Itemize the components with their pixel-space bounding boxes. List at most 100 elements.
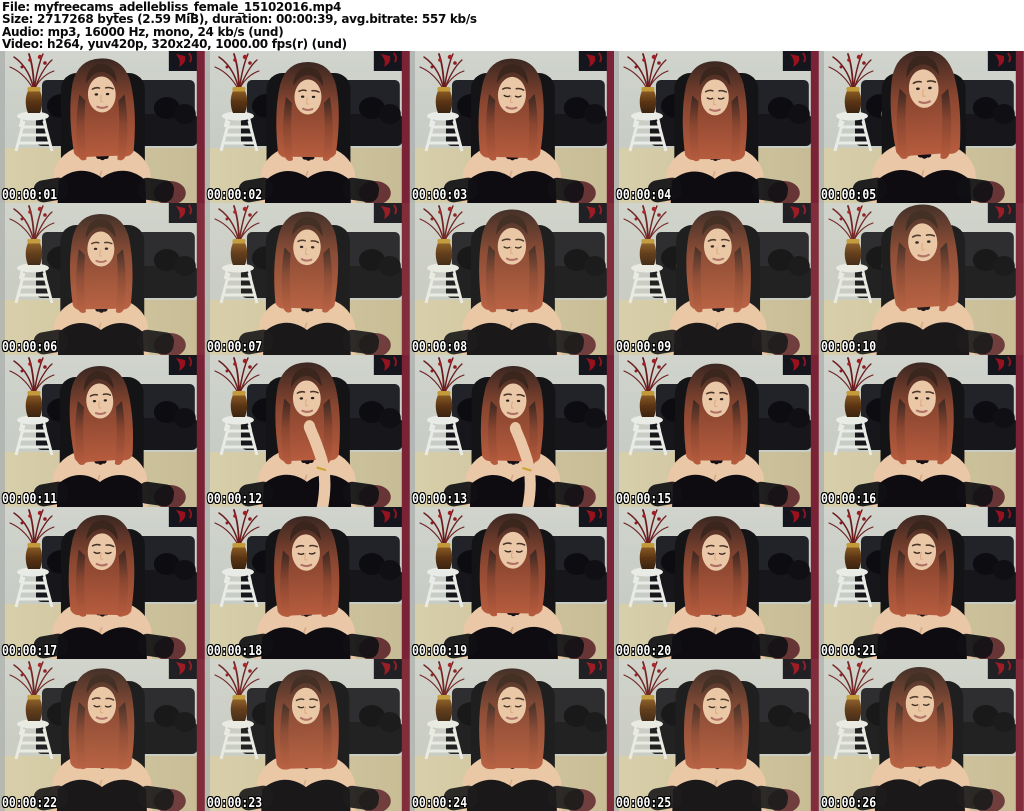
video-frame-thumbnail: 00:00:11 bbox=[0, 355, 205, 507]
right-wall-strip bbox=[1015, 507, 1024, 659]
video-frame-thumbnail: 00:00:23 bbox=[204, 659, 410, 811]
webcam-scene-art bbox=[0, 51, 205, 203]
timestamp-overlay: 00:00:21 bbox=[821, 644, 877, 659]
webcam-scene-art bbox=[819, 203, 1024, 355]
webcam-scene-art bbox=[409, 51, 615, 203]
webcam-scene-art bbox=[614, 659, 820, 811]
right-wall-strip bbox=[1015, 355, 1024, 507]
timestamp-overlay: 00:00:07 bbox=[206, 340, 262, 355]
file-metadata-header: File: myfreecams_adellebliss_female_1510… bbox=[0, 0, 1024, 51]
timestamp-overlay: 00:00:25 bbox=[616, 796, 672, 811]
webcam-scene-art bbox=[409, 355, 615, 507]
timestamp-overlay: 00:00:01 bbox=[2, 188, 58, 203]
picture-frame bbox=[168, 507, 198, 527]
right-wall-strip bbox=[401, 355, 410, 507]
webcam-scene-art bbox=[614, 203, 820, 355]
right-wall-strip bbox=[196, 507, 205, 659]
video-frame-thumbnail: 00:00:08 bbox=[409, 203, 615, 355]
timestamp-overlay: 00:00:19 bbox=[411, 644, 467, 659]
video-frame-thumbnail: 00:00:13 bbox=[409, 355, 615, 507]
video-frame-thumbnail: 00:00:17 bbox=[0, 507, 205, 659]
picture-frame bbox=[578, 507, 608, 527]
webcam-scene-art bbox=[409, 203, 615, 355]
timestamp-overlay: 00:00:08 bbox=[411, 340, 467, 355]
webcam-scene-art bbox=[204, 507, 410, 659]
right-wall-strip bbox=[606, 355, 615, 507]
webcam-scene-art bbox=[409, 507, 615, 659]
right-wall-strip bbox=[606, 507, 615, 659]
webcam-scene-art bbox=[204, 51, 410, 203]
timestamp-overlay: 00:00:03 bbox=[411, 188, 467, 203]
picture-frame bbox=[988, 51, 1017, 71]
webcam-scene-art bbox=[204, 659, 410, 811]
webcam-scene-art bbox=[409, 659, 615, 811]
timestamp-overlay: 00:00:05 bbox=[821, 188, 877, 203]
timestamp-overlay: 00:00:20 bbox=[616, 644, 672, 659]
video-frame-thumbnail: 00:00:03 bbox=[409, 51, 615, 203]
timestamp-overlay: 00:00:12 bbox=[206, 492, 262, 507]
video-frame-thumbnail: 00:00:06 bbox=[0, 203, 205, 355]
video-frame-thumbnail: 00:00:26 bbox=[819, 659, 1024, 811]
timestamp-overlay: 00:00:13 bbox=[411, 492, 467, 507]
webcam-scene-art bbox=[0, 507, 205, 659]
timestamp-overlay: 00:00:26 bbox=[821, 796, 877, 811]
timestamp-overlay: 00:00:16 bbox=[821, 492, 877, 507]
size-info-line: Size: 2717268 bytes (2.59 MiB), duration… bbox=[2, 12, 477, 27]
timestamp-overlay: 00:00:02 bbox=[206, 188, 262, 203]
webcam-scene-art bbox=[0, 203, 205, 355]
video-frame-thumbnail: 00:00:12 bbox=[204, 355, 410, 507]
video-frame-thumbnail: 00:00:10 bbox=[819, 203, 1024, 355]
right-wall-strip bbox=[401, 507, 410, 659]
picture-frame bbox=[373, 355, 403, 375]
webcam-scene-art bbox=[0, 355, 205, 507]
timestamp-overlay: 00:00:10 bbox=[821, 340, 877, 355]
timestamp-overlay: 00:00:17 bbox=[2, 644, 58, 659]
webcam-scene-art bbox=[819, 507, 1024, 659]
right-wall-strip bbox=[811, 51, 820, 203]
video-frame-thumbnail: 00:00:04 bbox=[614, 51, 820, 203]
video-frame-thumbnail: 00:00:18 bbox=[204, 507, 410, 659]
video-frame-thumbnail: 00:00:16 bbox=[819, 355, 1024, 507]
video-frame-thumbnail: 00:00:02 bbox=[204, 51, 410, 203]
webcam-scene-art bbox=[0, 659, 205, 811]
video-frame-thumbnail: 00:00:20 bbox=[614, 507, 820, 659]
video-frame-thumbnail: 00:00:24 bbox=[409, 659, 615, 811]
picture-frame bbox=[578, 355, 608, 375]
right-wall-strip bbox=[401, 51, 410, 203]
video-frame-thumbnail: 00:00:22 bbox=[0, 659, 205, 811]
webcam-scene-art bbox=[819, 51, 1024, 203]
webcam-scene-art bbox=[614, 355, 820, 507]
thumbnail-grid: 00:00:01 00:00:02 00:00:03 00:00:04 00:0… bbox=[0, 51, 1024, 811]
right-wall-strip bbox=[196, 51, 205, 203]
video-frame-thumbnail: 00:00:25 bbox=[614, 659, 820, 811]
video-frame-thumbnail: 00:00:01 bbox=[0, 51, 205, 203]
webcam-scene-art bbox=[614, 51, 820, 203]
webcam-scene-art bbox=[204, 203, 410, 355]
video-frame-thumbnail: 00:00:05 bbox=[819, 51, 1024, 203]
timestamp-overlay: 00:00:24 bbox=[411, 796, 467, 811]
right-wall-strip bbox=[1015, 51, 1024, 203]
picture-frame bbox=[783, 355, 813, 375]
picture-frame bbox=[373, 507, 403, 527]
timestamp-overlay: 00:00:04 bbox=[616, 188, 672, 203]
video-frame-thumbnail: 00:00:19 bbox=[409, 507, 615, 659]
timestamp-overlay: 00:00:18 bbox=[206, 644, 262, 659]
video-frame-thumbnail: 00:00:07 bbox=[204, 203, 410, 355]
picture-frame bbox=[168, 355, 198, 375]
picture-frame bbox=[988, 355, 1017, 375]
webcam-scene-art bbox=[819, 659, 1024, 811]
video-frame-thumbnail: 00:00:09 bbox=[614, 203, 820, 355]
webcam-scene-art bbox=[819, 355, 1024, 507]
picture-frame bbox=[988, 507, 1017, 527]
video-frame-thumbnail: 00:00:15 bbox=[614, 355, 820, 507]
right-wall-strip bbox=[811, 355, 820, 507]
picture-frame bbox=[578, 51, 608, 71]
video-info-line: Video: h264, yuv420p, 320x240, 1000.00 f… bbox=[2, 37, 347, 52]
picture-frame bbox=[783, 51, 813, 71]
picture-frame bbox=[783, 507, 813, 527]
timestamp-overlay: 00:00:11 bbox=[2, 492, 58, 507]
webcam-scene-art bbox=[204, 355, 410, 507]
picture-frame bbox=[373, 51, 403, 71]
right-wall-strip bbox=[811, 507, 820, 659]
timestamp-overlay: 00:00:23 bbox=[206, 796, 262, 811]
